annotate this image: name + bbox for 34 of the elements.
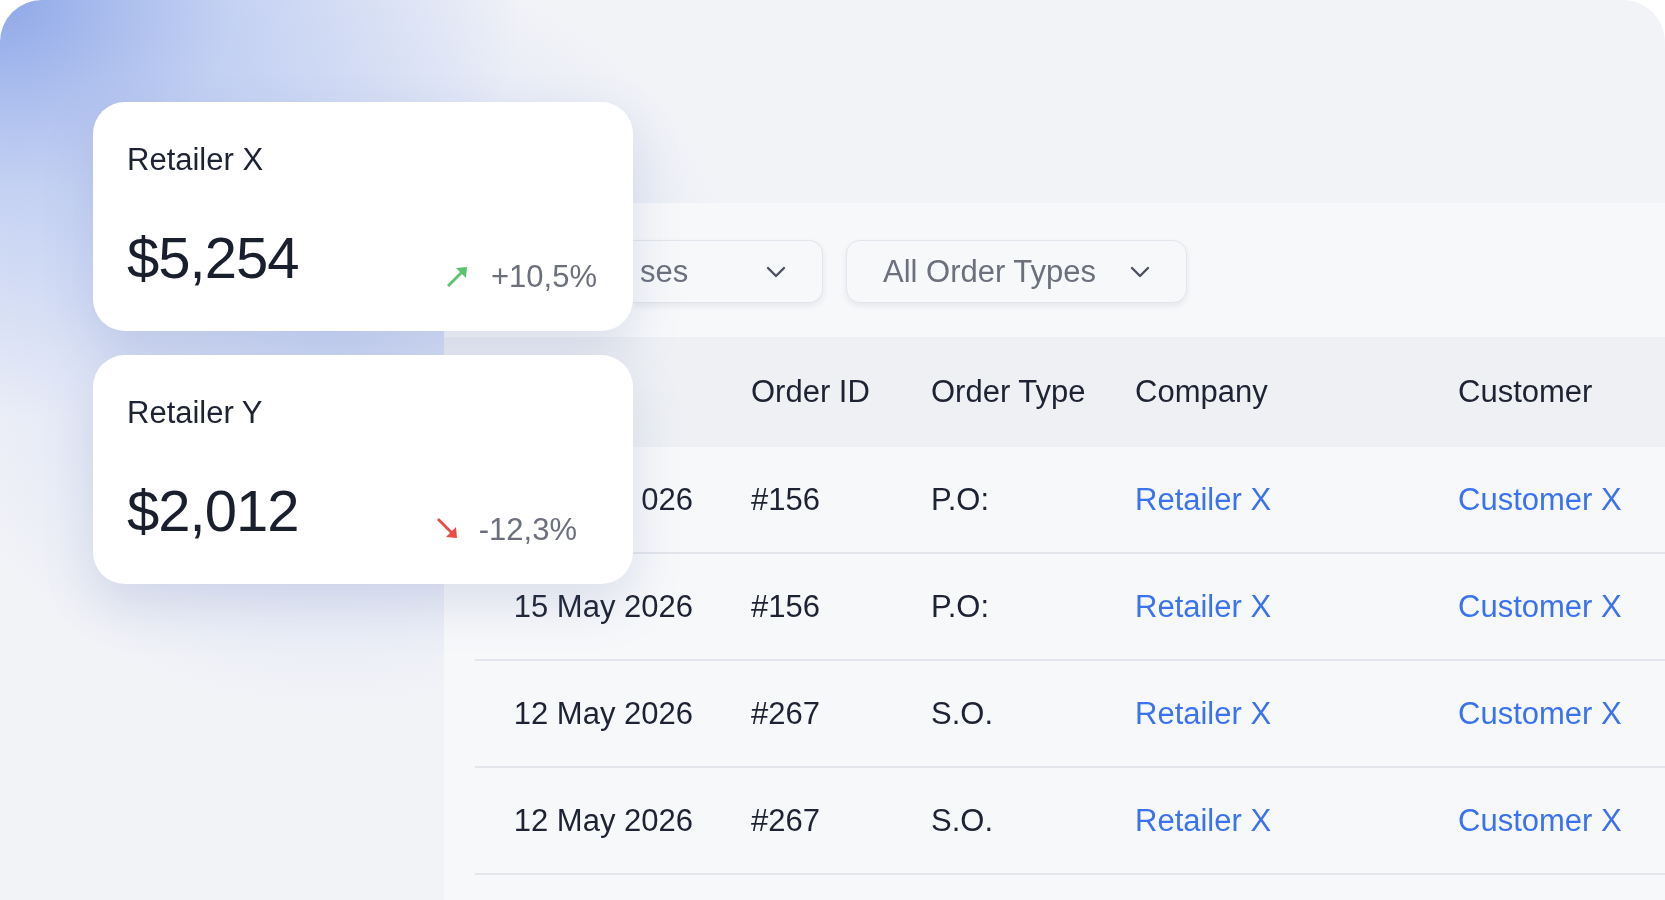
order-id-cell-text: #267 bbox=[751, 802, 821, 839]
customer-link[interactable]: Customer X bbox=[1458, 695, 1622, 731]
order-type-cell-text: S.O. bbox=[931, 802, 994, 839]
customer-link[interactable]: Customer X bbox=[1458, 802, 1622, 838]
change-percent: -12,3% bbox=[478, 512, 577, 548]
order-type-cell-text: P.O: bbox=[931, 481, 991, 518]
customer-link[interactable]: Customer X bbox=[1458, 588, 1622, 624]
change-percent: +10,5% bbox=[491, 259, 597, 295]
column-header: Company bbox=[1135, 374, 1269, 410]
company-link[interactable]: Retailer X bbox=[1135, 802, 1272, 838]
column-header: Order Type bbox=[931, 374, 1087, 410]
chevron-down-icon bbox=[1130, 265, 1151, 278]
company-link[interactable]: Retailer X bbox=[1135, 481, 1272, 517]
date-cell: 026 bbox=[641, 481, 693, 517]
company-link[interactable]: Retailer X bbox=[1135, 588, 1272, 624]
date-cell: 12 May 2026 bbox=[513, 802, 693, 838]
customer-link[interactable]: Customer X bbox=[1458, 481, 1622, 517]
order-id-cell-text: #156 bbox=[751, 588, 821, 625]
amount: $2,012 bbox=[127, 477, 299, 544]
order-id-cell-text: #267 bbox=[751, 695, 821, 732]
filter-dropdown[interactable]: All Order Types bbox=[846, 240, 1188, 303]
card-title: Retailer Y bbox=[127, 395, 263, 431]
column-header: Order ID bbox=[751, 374, 871, 410]
amount: $5,254 bbox=[127, 224, 299, 291]
date-cell: 12 May 2026 bbox=[513, 695, 693, 731]
column-header: Customer bbox=[1458, 374, 1593, 410]
chevron-down-icon bbox=[766, 265, 786, 278]
order-type-cell-text: P.O: bbox=[931, 588, 991, 625]
filter-dropdown[interactable]: ses bbox=[633, 240, 823, 303]
order-id-cell-text: #156 bbox=[751, 481, 821, 518]
company-link[interactable]: Retailer X bbox=[1135, 695, 1272, 731]
date-cell: 15 May 2026 bbox=[513, 588, 693, 624]
card-title: Retailer X bbox=[127, 142, 264, 178]
order-type-cell-text: S.O. bbox=[931, 695, 994, 732]
